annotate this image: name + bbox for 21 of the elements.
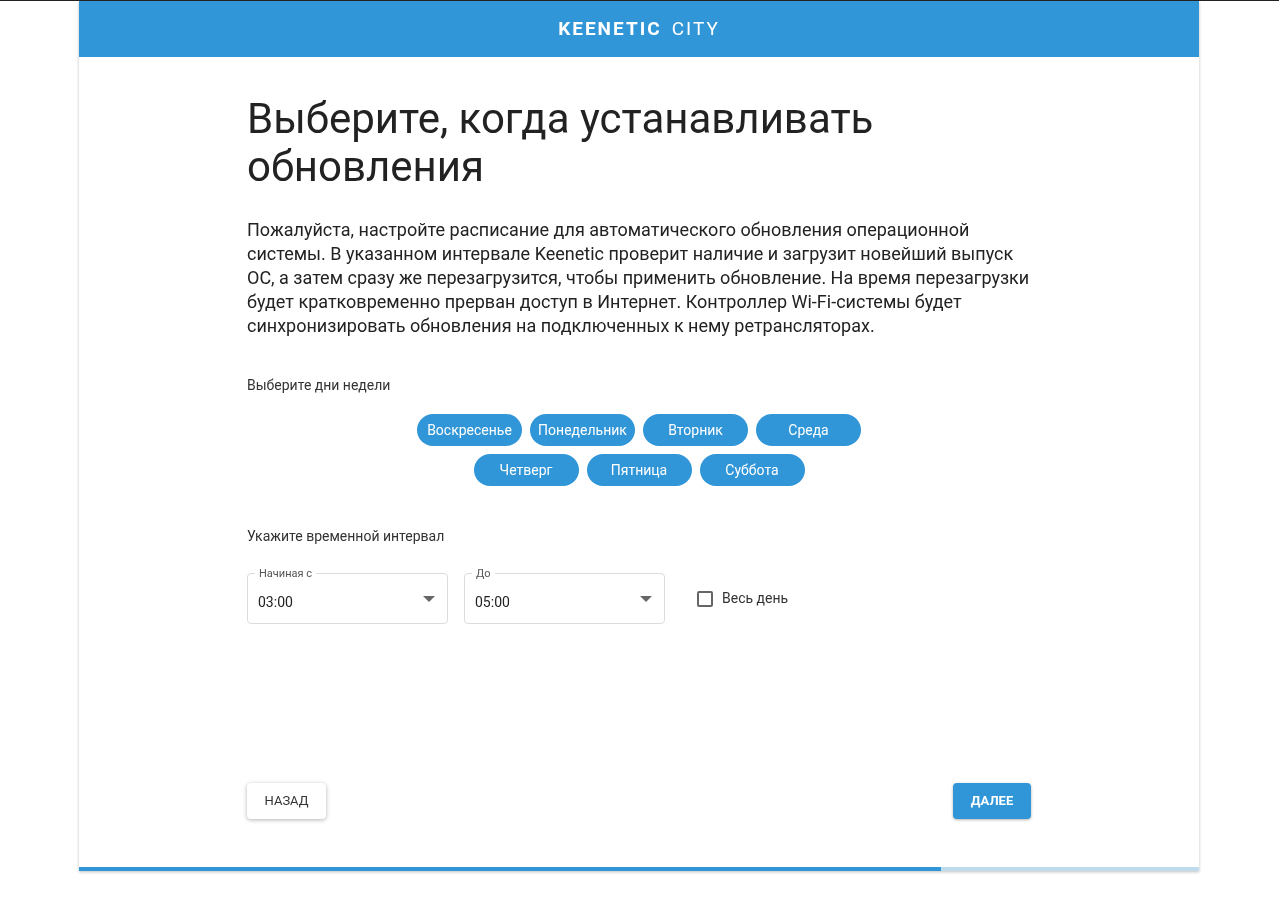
checkbox-label: Весь день <box>722 589 789 608</box>
field-value: 05:00 <box>475 593 510 612</box>
model-name: CITY <box>671 15 720 42</box>
day-chip[interactable]: Вторник <box>643 414 748 446</box>
dropdown-caret-icon <box>423 595 435 602</box>
day-chip[interactable]: Воскресенье <box>417 414 522 446</box>
description-text: Пожалуйста, настройте расписание для автоматического обновления операционной системы. В указанном интервале Keenetic проверит наличие и загрузит новейший выпуск ОС, а затем сразу же перезагрузится, чтобы применить обновление. На время перезагрузки будет кратковременно прерван доступ в Интернет. Контроллер Wi-Fi-системы будет синхронизировать обновления на подключенных к нему ретрансляторах. <box>247 218 1031 338</box>
page-title: Выберите, когда устанавливать обновления <box>247 95 875 191</box>
day-chip[interactable]: Понедельник <box>530 414 635 446</box>
day-chip[interactable]: Суббота <box>699 454 805 486</box>
day-chip[interactable]: Четверг <box>473 454 579 486</box>
section-label: Выберите дни недели <box>247 376 392 395</box>
day-chip[interactable]: Среда <box>756 414 861 446</box>
dropdown-caret-icon <box>640 595 652 602</box>
day-chip[interactable]: Пятница <box>586 454 692 486</box>
next-button[interactable]: ДАЛЕЕ <box>953 783 1031 819</box>
checkbox[interactable] <box>697 590 713 607</box>
section-label: Укажите временной интервал <box>247 527 446 546</box>
field-value: 03:00 <box>258 593 293 612</box>
brand-logo: KEENETIC <box>558 15 662 42</box>
back-button[interactable]: НАЗАД <box>247 783 326 819</box>
